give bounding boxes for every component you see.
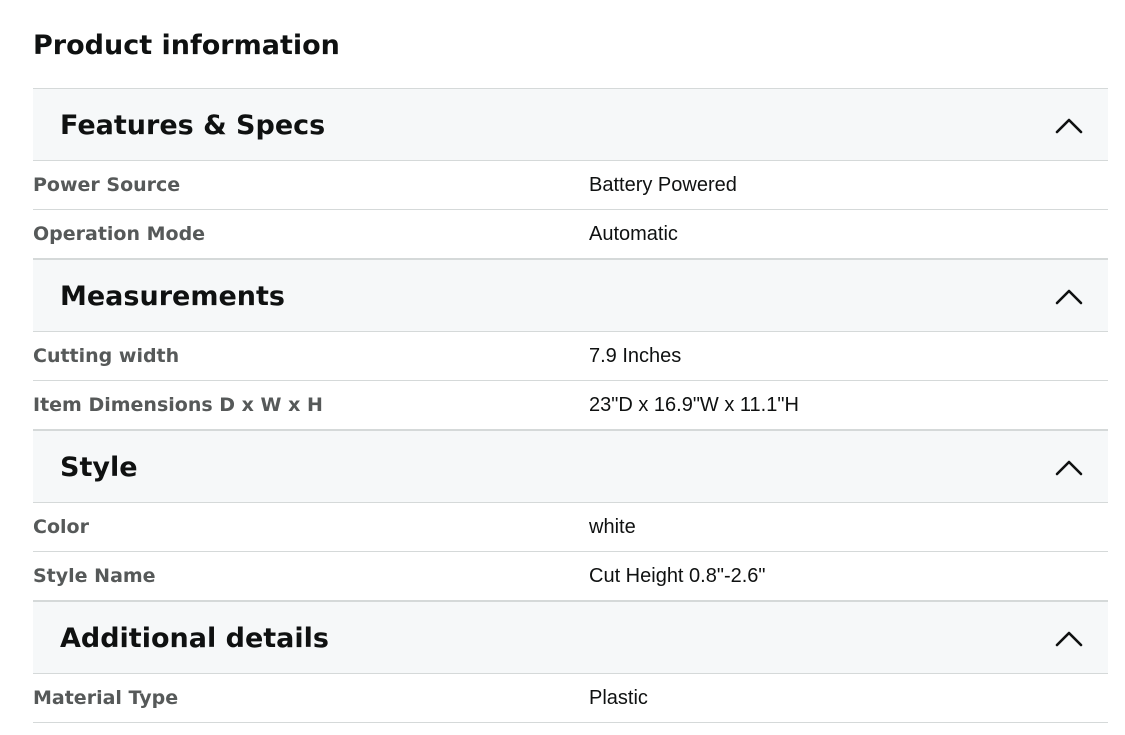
table-row: Material Type Plastic	[33, 674, 1108, 723]
section-header-measurements[interactable]: Measurements	[33, 259, 1108, 332]
section-title: Features & Specs	[60, 110, 326, 141]
row-value: Plastic	[589, 687, 648, 709]
table-row: Power Source Battery Powered	[33, 161, 1108, 210]
row-label: Power Source	[33, 174, 181, 196]
row-label: Style Name	[33, 565, 156, 587]
row-label: Item Dimensions D x W x H	[33, 394, 323, 416]
row-value: Cut Height 0.8"-2.6"	[589, 565, 766, 587]
section-title: Additional details	[60, 623, 329, 654]
table-row: Style Name Cut Height 0.8"-2.6"	[33, 552, 1108, 601]
chevron-up-icon[interactable]	[1054, 457, 1084, 477]
section-title: Style	[60, 452, 138, 483]
row-value: 23"D x 16.9"W x 11.1"H	[589, 394, 799, 416]
section-header-features-specs[interactable]: Features & Specs	[33, 88, 1108, 161]
page-title: Product information	[33, 30, 340, 61]
chevron-up-icon[interactable]	[1054, 286, 1084, 306]
row-label: Cutting width	[33, 345, 180, 367]
table-row: Color white	[33, 503, 1108, 552]
chevron-up-icon[interactable]	[1054, 628, 1084, 648]
row-value: 7.9 Inches	[589, 345, 682, 367]
product-information-table: Features & Specs Power Source Battery Po…	[33, 88, 1108, 723]
table-row: Operation Mode Automatic	[33, 210, 1108, 259]
chevron-up-icon[interactable]	[1054, 115, 1084, 135]
row-label: Material Type	[33, 687, 179, 709]
row-label: Operation Mode	[33, 223, 206, 245]
row-value: Battery Powered	[589, 174, 737, 196]
row-value: white	[589, 516, 636, 538]
row-label: Color	[33, 516, 89, 538]
section-title: Measurements	[60, 281, 285, 312]
row-value: Automatic	[589, 223, 678, 245]
table-row: Cutting width 7.9 Inches	[33, 332, 1108, 381]
table-row: Item Dimensions D x W x H 23"D x 16.9"W …	[33, 381, 1108, 430]
section-header-additional-details[interactable]: Additional details	[33, 601, 1108, 674]
section-header-style[interactable]: Style	[33, 430, 1108, 503]
